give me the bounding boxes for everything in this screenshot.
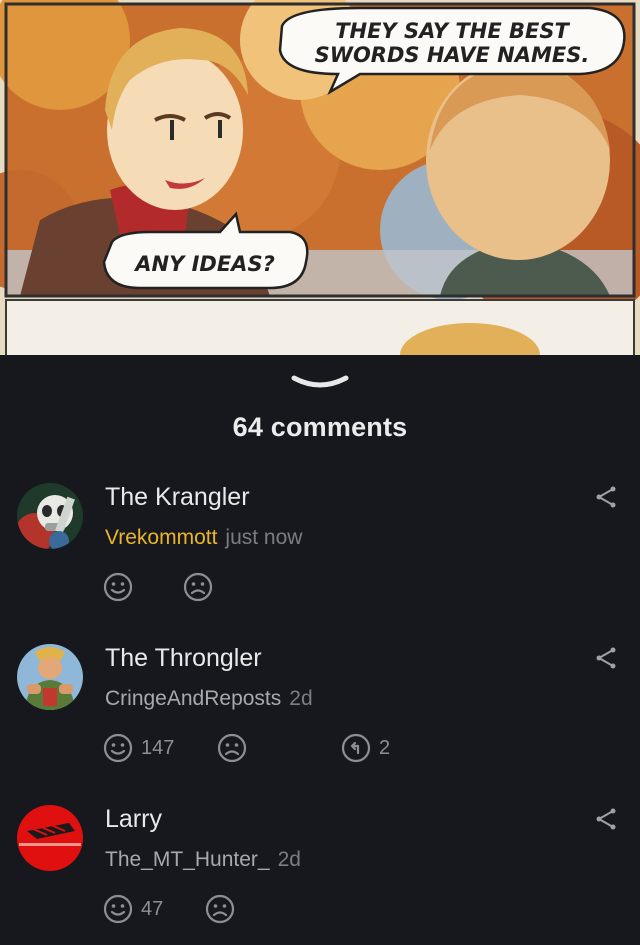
upvote-count: 147 xyxy=(141,736,175,759)
comment-meta: Vrekommott just now xyxy=(105,526,302,550)
frown-icon xyxy=(205,894,235,924)
share-icon[interactable] xyxy=(594,807,618,831)
comment-timestamp: 2d xyxy=(289,687,313,710)
bubble-top-line-1: THEY SAY THE BEST xyxy=(335,19,570,43)
chevron-down-icon[interactable] xyxy=(290,374,350,392)
comment-item: Larry The_MT_Hunter_ 2d 47 xyxy=(0,805,640,945)
comment-username[interactable]: Vrekommott xyxy=(105,526,217,549)
share-icon[interactable] xyxy=(594,646,618,670)
comment-username[interactable]: The_MT_Hunter_ xyxy=(105,848,270,871)
comment-actions: 147 2 xyxy=(103,732,423,764)
comment-text: The Throngler xyxy=(105,644,262,672)
downvote-button[interactable] xyxy=(183,571,213,603)
reply-count: 2 xyxy=(379,736,391,759)
comment-username[interactable]: CringeAndReposts xyxy=(105,687,281,710)
comic-image[interactable]: THEY SAY THE BEST SWORDS HAVE NAMES. ANY… xyxy=(0,0,640,355)
comments-count: 64 comments xyxy=(232,412,408,442)
reply-icon xyxy=(341,733,371,763)
bubble-top-line-2: SWORDS HAVE NAMES. xyxy=(315,43,590,67)
upvote-count: 47 xyxy=(141,897,164,920)
downvote-button[interactable] xyxy=(205,893,235,925)
upvote-button[interactable]: 147 xyxy=(103,732,174,764)
upvote-button[interactable]: 47 xyxy=(103,893,163,925)
comment-actions: 47 xyxy=(103,893,423,925)
share-icon[interactable] xyxy=(594,485,618,509)
comment-item: The Throngler CringeAndReposts 2d 147 2 xyxy=(0,644,640,784)
comment-timestamp: just now xyxy=(225,526,303,549)
comic-art: THEY SAY THE BEST SWORDS HAVE NAMES. ANY… xyxy=(0,0,640,355)
smile-icon xyxy=(103,733,133,763)
smile-icon xyxy=(103,894,133,924)
reply-button[interactable]: 2 xyxy=(341,732,390,764)
avatar[interactable] xyxy=(17,644,83,710)
comment-actions xyxy=(103,571,423,603)
avatar[interactable] xyxy=(17,483,83,549)
comment-timestamp: 2d xyxy=(277,848,301,871)
upvote-button[interactable] xyxy=(103,571,133,603)
comment-text: Larry xyxy=(105,805,162,833)
avatar[interactable] xyxy=(17,805,83,871)
frown-icon xyxy=(217,733,247,763)
downvote-button[interactable] xyxy=(217,732,247,764)
bubble-bottom-text: ANY IDEAS? xyxy=(133,252,275,276)
frown-icon xyxy=(183,572,213,602)
comment-meta: CringeAndReposts 2d xyxy=(105,687,313,711)
comment-item: The Krangler Vrekommott just now xyxy=(0,483,640,623)
comment-text: The Krangler xyxy=(105,483,250,511)
comment-meta: The_MT_Hunter_ 2d xyxy=(105,848,301,872)
smile-icon xyxy=(103,572,133,602)
